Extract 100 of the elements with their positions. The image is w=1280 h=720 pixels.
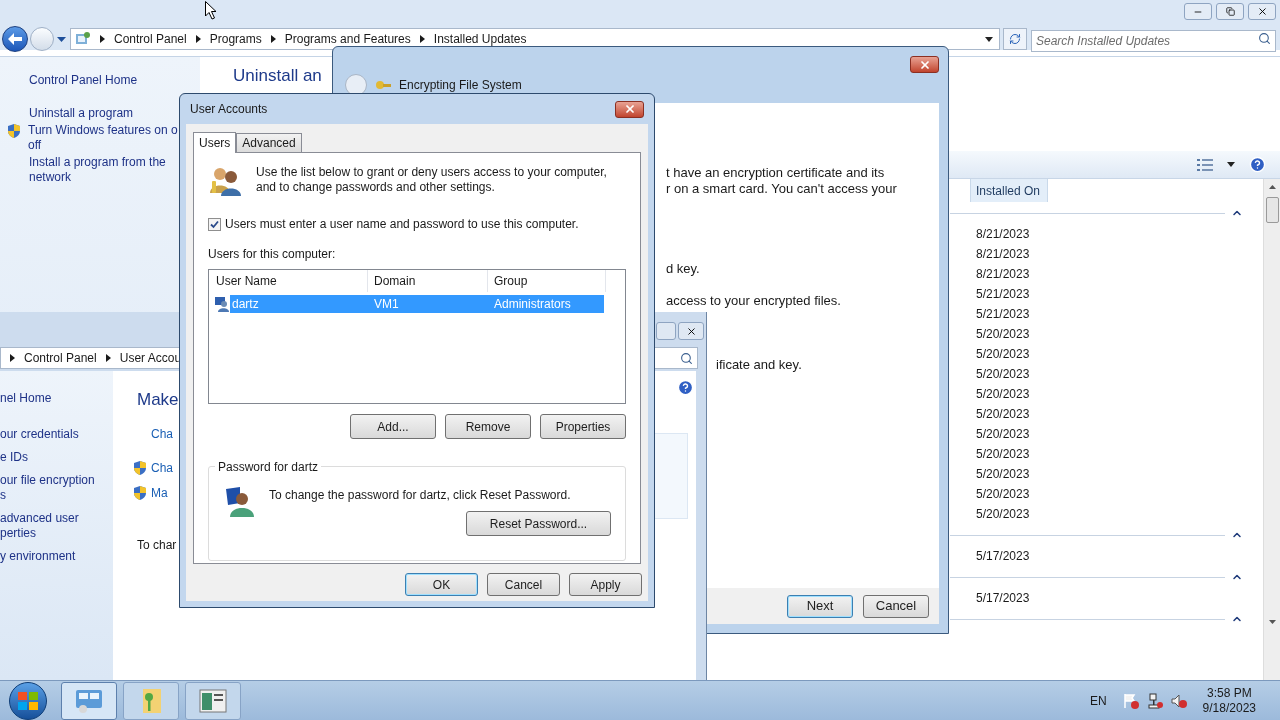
date-cell-text: 5/21/2023 <box>976 286 1030 303</box>
sidebar-link[interactable]: advanced user perties <box>0 511 113 541</box>
scroll-down-arrow-icon[interactable] <box>1268 620 1276 624</box>
close-button[interactable] <box>615 100 644 118</box>
sidebar-link[interactable]: our file encryption s <box>0 473 113 503</box>
page-heading: Uninstall an <box>233 65 322 87</box>
breadcrumb-arrow-icon <box>100 35 105 43</box>
breadcrumb-item[interactable]: Control Panel <box>24 349 97 367</box>
body-text: ificate and key. <box>716 357 803 373</box>
tab[interactable]: Advanced <box>236 133 302 152</box>
column-header[interactable]: User Name <box>210 270 368 292</box>
breadcrumb-item[interactable]: Installed Updates <box>433 30 527 48</box>
dialog-button[interactable]: OK <box>405 573 478 596</box>
task-link[interactable]: Cha <box>151 458 173 477</box>
breadcrumb-item[interactable]: Programs <box>209 30 262 48</box>
refresh-icon <box>1009 33 1021 45</box>
sidebar-link[interactable]: our credentials <box>0 427 113 442</box>
dialog-button[interactable]: Cancel <box>487 573 560 596</box>
dialog-button[interactable]: Apply <box>569 573 642 596</box>
scroll-up-arrow-icon[interactable] <box>1268 185 1276 189</box>
sidebar-link[interactable]: Control Panel Home <box>29 73 138 88</box>
help-icon[interactable] <box>677 379 694 396</box>
sidebar-link[interactable]: e IDs <box>0 450 113 465</box>
history-dropdown-icon[interactable] <box>57 36 66 42</box>
date-cell-text: 8/21/2023 <box>976 226 1030 243</box>
date-cell-text: 5/17/2023 <box>976 590 1030 607</box>
volume-muted-icon[interactable] <box>1170 692 1187 709</box>
breadcrumb-arrow-icon <box>105 354 111 362</box>
close-icon <box>685 325 697 337</box>
start-button[interactable] <box>9 681 47 720</box>
sidebar-link[interactable]: Uninstall a program <box>29 106 134 121</box>
search-icon <box>1258 32 1271 45</box>
back-button[interactable] <box>345 74 367 96</box>
task-link[interactable]: Ma <box>151 483 168 502</box>
taskbar-button[interactable] <box>61 681 117 720</box>
refresh-button[interactable] <box>1003 28 1027 50</box>
task-link[interactable]: Cha <box>151 424 173 443</box>
user-monitor-icon <box>224 485 256 517</box>
table-cell-text: VM1 <box>373 296 400 313</box>
sidebar-link[interactable]: Install a program from the network <box>29 155 166 185</box>
wizard-button[interactable]: Next <box>787 594 853 618</box>
sidebar-link[interactable]: y environment <box>0 549 113 564</box>
breadcrumb-arrow-icon <box>419 35 425 43</box>
breadcrumb-arrow-icon <box>10 354 15 362</box>
network-icon[interactable] <box>1146 692 1163 709</box>
language-indicator[interactable]: EN <box>1089 691 1107 710</box>
help-icon[interactable] <box>1249 156 1266 173</box>
list-action-button[interactable]: Add... <box>350 414 436 439</box>
list-action-button[interactable]: Remove <box>445 414 531 439</box>
search-field[interactable]: Search Installed Updates <box>1031 30 1276 52</box>
search-icon <box>680 351 693 365</box>
body-text: access to your encrypted files. <box>666 293 842 309</box>
date-cell-text: 5/20/2023 <box>976 346 1030 363</box>
view-options-icon[interactable] <box>1197 158 1213 171</box>
scrollbar[interactable] <box>1263 179 1280 680</box>
close-button[interactable] <box>678 322 704 340</box>
action-center-flag-icon[interactable] <box>1122 692 1139 709</box>
date-cell-text: 5/20/2023 <box>976 466 1030 483</box>
scroll-thumb[interactable] <box>1265 197 1279 223</box>
table-cell-text: Administrators <box>493 296 572 313</box>
restore-button[interactable] <box>1216 3 1244 20</box>
wizard-button[interactable]: Cancel <box>863 594 929 618</box>
restore-icon <box>1225 7 1235 16</box>
close-button[interactable] <box>1248 3 1276 20</box>
breadcrumb-arrow-icon <box>270 35 276 43</box>
tab[interactable]: Users <box>193 132 237 153</box>
date-cell-text: 5/20/2023 <box>976 486 1030 503</box>
dropdown-arrow-icon[interactable] <box>985 36 993 42</box>
dialog-title: User Accounts <box>190 101 268 118</box>
checkbox[interactable] <box>208 217 221 231</box>
back-arrow-icon <box>8 33 22 45</box>
close-icon <box>623 103 636 115</box>
breadcrumb-item[interactable]: Programs and Features <box>284 30 411 48</box>
date-cell-text: 5/17/2023 <box>976 548 1030 565</box>
taskbar-button[interactable] <box>185 681 241 720</box>
clock-date[interactable]: 9/18/2023 <box>1202 700 1256 716</box>
close-button[interactable] <box>910 56 939 73</box>
date-cell-text: 5/20/2023 <box>976 326 1030 343</box>
clock-time[interactable]: 3:58 PM <box>1206 685 1252 701</box>
column-header[interactable]: Installed On <box>970 179 1048 202</box>
column-header[interactable]: Domain <box>368 270 488 292</box>
window-title: Encrypting File System <box>399 77 522 94</box>
column-header[interactable]: Group <box>488 270 606 292</box>
password-text: To change the password for dartz, click Reset Password. <box>269 487 571 504</box>
date-cell-text: 5/20/2023 <box>976 386 1030 403</box>
window-icon <box>199 688 227 713</box>
sidebar-link[interactable]: nel Home <box>0 391 113 406</box>
list-action-button[interactable]: Properties <box>540 414 626 439</box>
back-button[interactable] <box>2 26 28 52</box>
minimize-button[interactable] <box>1184 3 1212 20</box>
reset-password-button[interactable]: Reset Password... <box>466 511 611 536</box>
table-cell-text: dartz <box>231 296 260 313</box>
dropdown-arrow-icon[interactable] <box>1227 162 1235 167</box>
description-text: To char <box>137 536 178 554</box>
breadcrumb-arrow-icon <box>195 35 201 43</box>
breadcrumb-item[interactable]: Control Panel <box>114 30 187 48</box>
users-icon <box>208 165 242 197</box>
sidebar-link[interactable]: Turn Windows features on o off <box>28 123 178 153</box>
close-icon <box>1256 6 1268 17</box>
date-cell-text: 5/20/2023 <box>976 446 1030 463</box>
